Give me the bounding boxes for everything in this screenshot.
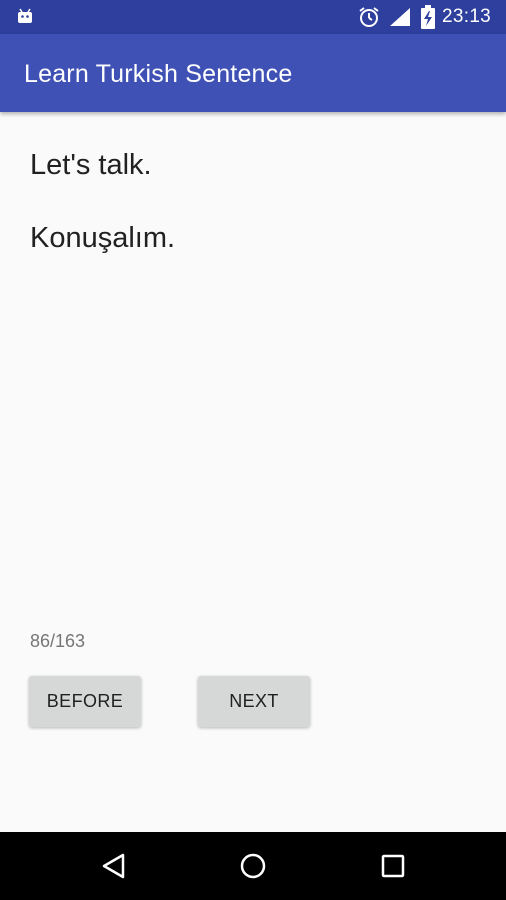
recents-icon[interactable] (373, 846, 413, 886)
app-bar: Learn Turkish Sentence (0, 34, 506, 112)
sentence-turkish: Konuşalım. (30, 222, 176, 254)
before-button[interactable]: BEFORE (29, 676, 141, 727)
battery-charging-icon (421, 5, 435, 29)
status-time: 23:13 (442, 6, 492, 27)
android-icon (18, 8, 32, 23)
home-icon[interactable] (233, 846, 273, 886)
status-bar: 23:13 (0, 0, 506, 34)
screen: 23:13 Learn Turkish Sentence Let's talk.… (0, 0, 506, 900)
content-area: Let's talk. Konuşalım. 86/163 BEFORE NEX… (0, 112, 506, 832)
navigation-bar (0, 832, 506, 900)
sentence-english: Let's talk. (30, 149, 152, 181)
signal-icon (390, 8, 410, 26)
progress-counter: 86/163 (30, 631, 86, 651)
app-title: Learn Turkish Sentence (24, 60, 293, 88)
back-icon[interactable] (94, 846, 134, 886)
next-button[interactable]: NEXT (198, 676, 310, 727)
alarm-icon (359, 7, 379, 27)
